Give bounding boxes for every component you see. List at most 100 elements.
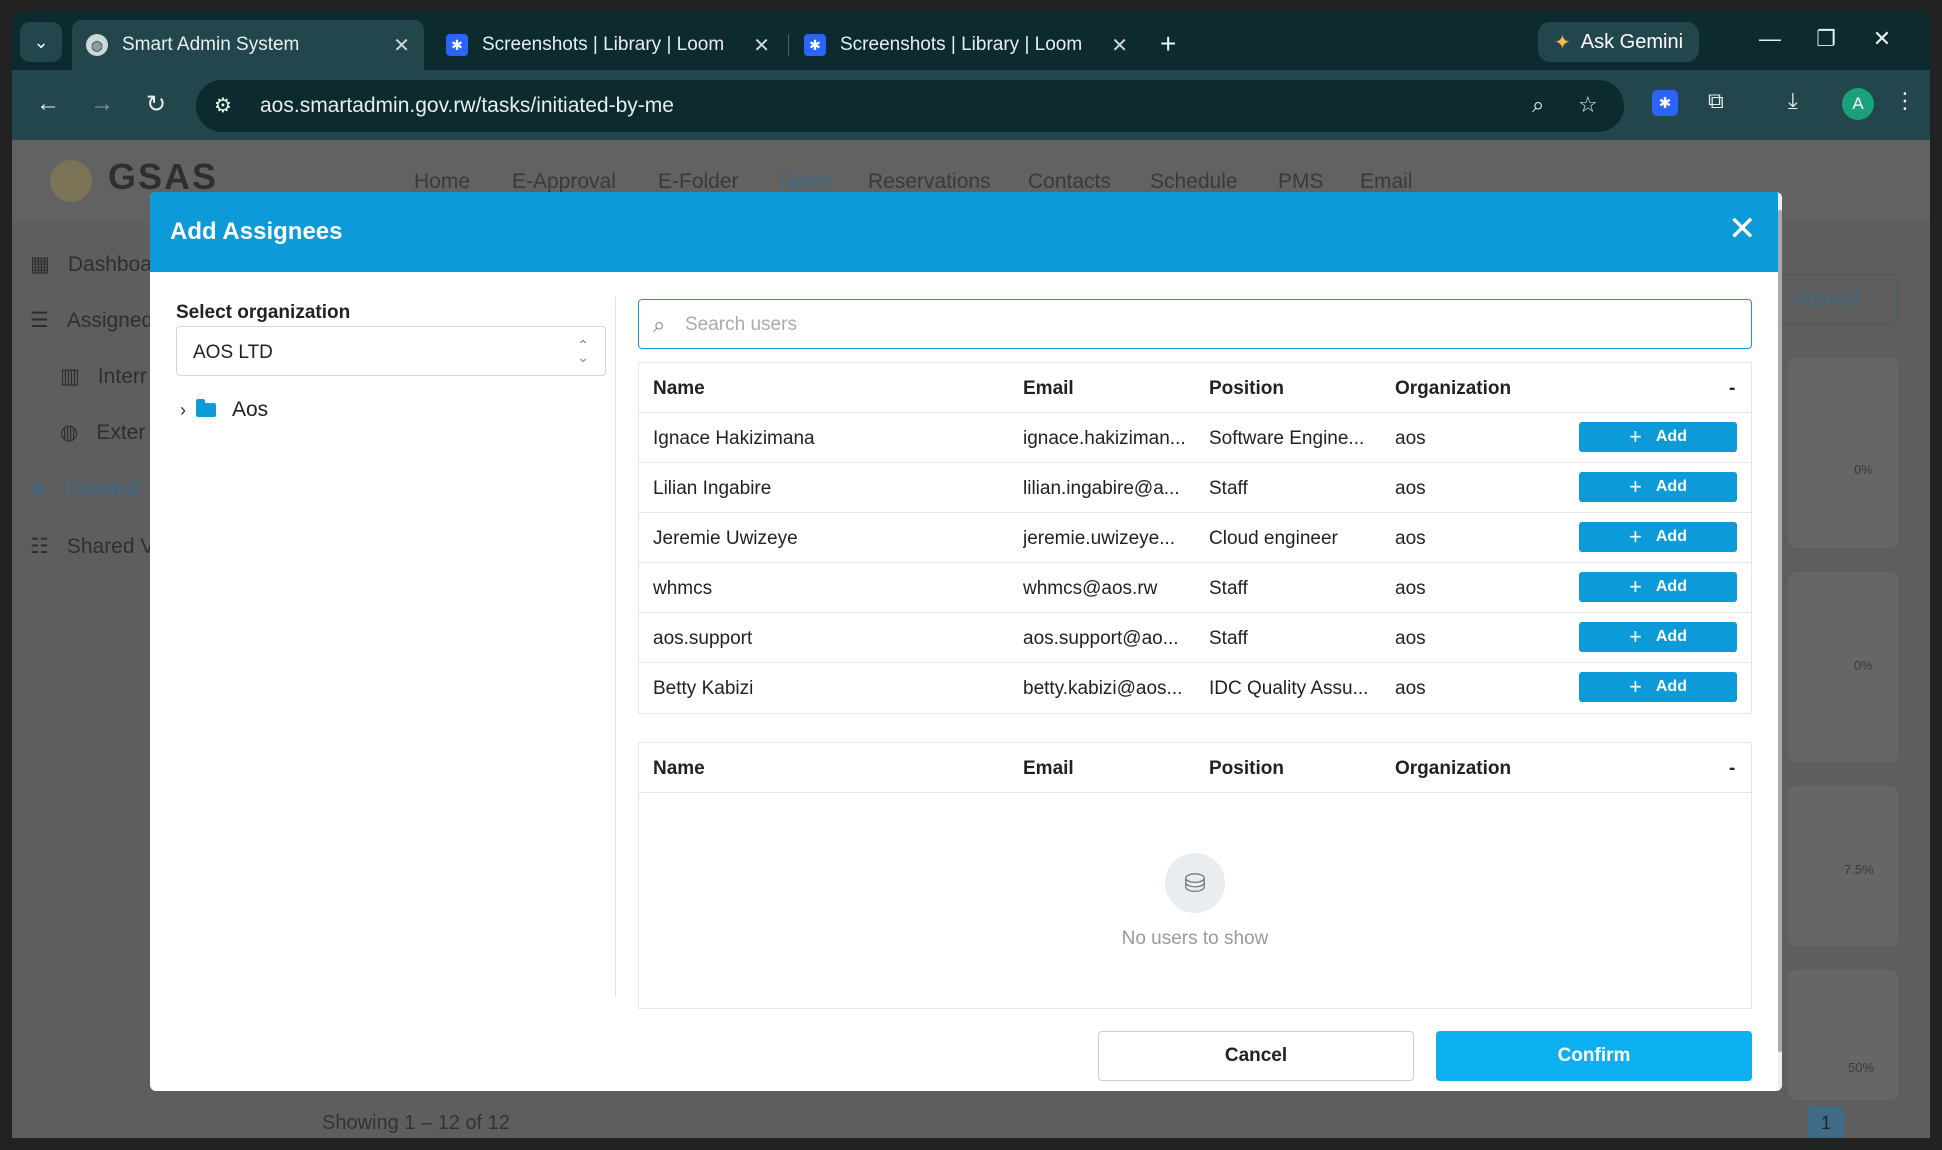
search-field[interactable]: ⌕ bbox=[638, 299, 1752, 349]
tab-smart-admin[interactable]: ◍ Smart Admin System ✕ bbox=[72, 20, 424, 70]
table-row: whmcs whmcs@aos.rw Staff aos + Add bbox=[639, 563, 1751, 613]
add-assignees-modal: Add Assignees ✕ Select organization AOS … bbox=[150, 192, 1782, 1091]
back-button[interactable]: ← bbox=[32, 90, 64, 118]
close-icon[interactable]: ✕ bbox=[1728, 212, 1757, 246]
nav-home: Home bbox=[414, 170, 471, 193]
bookmark-star-icon[interactable]: ☆ bbox=[1578, 92, 1598, 118]
sidebar-item-assigned: ☰ Assigned bbox=[30, 308, 153, 333]
task-card bbox=[1788, 786, 1898, 946]
add-user-button[interactable]: + Add bbox=[1579, 472, 1737, 502]
close-icon[interactable]: ✕ bbox=[1111, 33, 1128, 58]
pagination-summary: Showing 1 – 12 of 12 bbox=[322, 1112, 510, 1134]
add-user-button[interactable]: + Add bbox=[1579, 572, 1737, 602]
reload-button[interactable]: ↻ bbox=[140, 90, 172, 119]
zoom-icon[interactable]: ⌕ bbox=[1532, 92, 1544, 118]
users-icon: ☷ bbox=[30, 535, 49, 558]
close-icon[interactable]: ✕ bbox=[753, 33, 770, 58]
column-header-organization: Organization bbox=[1395, 378, 1512, 399]
modal-scroll-thumb[interactable] bbox=[1778, 210, 1782, 1052]
user-email: aos.support@ao... bbox=[1023, 628, 1179, 649]
tab-title: Screenshots | Library | Loom bbox=[840, 34, 1083, 55]
chevron-down-icon: ⌄ bbox=[33, 31, 49, 52]
url-text[interactable]: aos.smartadmin.gov.rw/tasks/initiated-by… bbox=[260, 94, 674, 118]
tab-loom-1[interactable]: ✱ Screenshots | Library | Loom ✕ bbox=[432, 20, 784, 70]
user-name: Ignace Hakizimana bbox=[653, 428, 815, 449]
users-table: Name Email Position Organization - Ignac… bbox=[638, 362, 1752, 714]
column-header-position: Position bbox=[1209, 758, 1284, 779]
loom-icon: ✱ bbox=[446, 34, 468, 56]
add-user-button[interactable]: + Add bbox=[1579, 622, 1737, 652]
nav-email: Email bbox=[1360, 170, 1413, 193]
user-position: Cloud engineer bbox=[1209, 528, 1338, 549]
org-tree-node[interactable]: › Aos bbox=[180, 398, 268, 422]
folder-icon bbox=[196, 399, 216, 417]
browser-toolbar: ← → ↻ ⚙ aos.smartadmin.gov.rw/tasks/init… bbox=[12, 70, 1930, 140]
loom-extension-icon[interactable]: ✱ bbox=[1652, 90, 1678, 116]
nav-tasks: Tasks bbox=[777, 170, 831, 193]
list-icon: ☰ bbox=[30, 309, 49, 332]
grid-icon: ▦ bbox=[30, 253, 50, 276]
gemini-label: Ask Gemini bbox=[1580, 30, 1684, 53]
nav-e-approval: E-Approval bbox=[512, 170, 616, 193]
restore-button[interactable]: ❐ bbox=[1806, 26, 1846, 52]
globe-icon: ◍ bbox=[86, 34, 108, 56]
window-close-button[interactable]: ✕ bbox=[1862, 26, 1902, 52]
sidebar-item-shared: ☷ Shared V bbox=[30, 534, 154, 559]
search-input[interactable] bbox=[685, 310, 1725, 340]
sidebar-label: Exter bbox=[96, 420, 146, 444]
tab-search-button[interactable]: ⌄ bbox=[20, 22, 62, 62]
table-row: Ignace Hakizimana ignace.hakiziman... So… bbox=[639, 413, 1751, 463]
user-position: Software Engine... bbox=[1209, 428, 1365, 449]
menu-icon[interactable]: ⋮ bbox=[1894, 88, 1916, 114]
cancel-button[interactable]: Cancel bbox=[1098, 1031, 1414, 1081]
site-info-icon[interactable]: ⚙ bbox=[214, 93, 232, 118]
logo-emblem bbox=[50, 160, 92, 202]
ask-gemini-button[interactable]: ✦ Ask Gemini bbox=[1538, 22, 1700, 62]
column-header-actions: - bbox=[1729, 378, 1736, 399]
user-email: lilian.ingabire@a... bbox=[1023, 478, 1180, 499]
org-select-value: AOS LTD bbox=[193, 342, 273, 363]
download-icon[interactable]: ⤓ bbox=[1788, 88, 1798, 114]
nav-contacts: Contacts bbox=[1028, 170, 1111, 193]
chevron-right-icon[interactable]: › bbox=[180, 400, 186, 421]
plus-icon: + bbox=[1629, 524, 1642, 549]
add-user-button[interactable]: + Add bbox=[1579, 422, 1737, 452]
empty-state: ⛁ No users to show bbox=[639, 793, 1751, 1008]
user-organization: aos bbox=[1395, 428, 1426, 449]
forward-button[interactable]: → bbox=[86, 90, 118, 118]
add-user-button[interactable]: + Add bbox=[1579, 672, 1737, 702]
tab-loom-2[interactable]: ✱ Screenshots | Library | Loom ✕ bbox=[790, 20, 1142, 70]
task-card bbox=[1788, 970, 1898, 1100]
selected-users-table: Name Email Position Organization - ⛁ No … bbox=[638, 742, 1752, 1009]
org-select[interactable]: AOS LTD ⌃ ⌄ bbox=[176, 326, 606, 376]
extensions-icon[interactable]: ⧉ bbox=[1708, 88, 1724, 114]
sparkle-icon: ✦ bbox=[1554, 31, 1571, 54]
add-label: Add bbox=[1655, 478, 1687, 495]
sidebar-label: Assigned bbox=[66, 308, 154, 332]
progress-label: 7.5% bbox=[1844, 862, 1874, 877]
column-header-email: Email bbox=[1023, 378, 1074, 399]
plus-icon: + bbox=[1629, 624, 1642, 649]
user-name: Lilian Ingabire bbox=[653, 478, 772, 499]
user-email: ignace.hakiziman... bbox=[1023, 428, 1186, 449]
sidebar-item-initiated: ➤ Initiated bbox=[30, 476, 139, 501]
new-tab-button[interactable]: + bbox=[1160, 28, 1176, 60]
sort-arrows-icon: ⌃ ⌄ bbox=[577, 337, 589, 365]
column-header-actions: - bbox=[1729, 758, 1736, 779]
nav-reservations: Reservations bbox=[868, 170, 991, 193]
confirm-button[interactable]: Confirm bbox=[1436, 1031, 1752, 1081]
progress-label: 0% bbox=[1854, 462, 1873, 477]
send-icon: ➤ bbox=[30, 477, 48, 500]
user-organization: aos bbox=[1395, 678, 1426, 699]
tree-node-label[interactable]: Aos bbox=[232, 398, 268, 422]
add-user-button[interactable]: + Add bbox=[1579, 522, 1737, 552]
upload-label: Upload bbox=[1795, 287, 1859, 310]
column-header-organization: Organization bbox=[1395, 758, 1512, 779]
close-icon[interactable]: ✕ bbox=[393, 33, 410, 58]
table-row: Lilian Ingabire lilian.ingabire@a... Sta… bbox=[639, 463, 1751, 513]
globe-icon: ◍ bbox=[60, 421, 79, 444]
profile-avatar[interactable]: A bbox=[1842, 88, 1874, 120]
search-icon: ⌕ bbox=[653, 312, 666, 337]
minimize-button[interactable]: — bbox=[1750, 26, 1790, 52]
address-bar[interactable]: ⚙ aos.smartadmin.gov.rw/tasks/initiated-… bbox=[196, 80, 1624, 132]
